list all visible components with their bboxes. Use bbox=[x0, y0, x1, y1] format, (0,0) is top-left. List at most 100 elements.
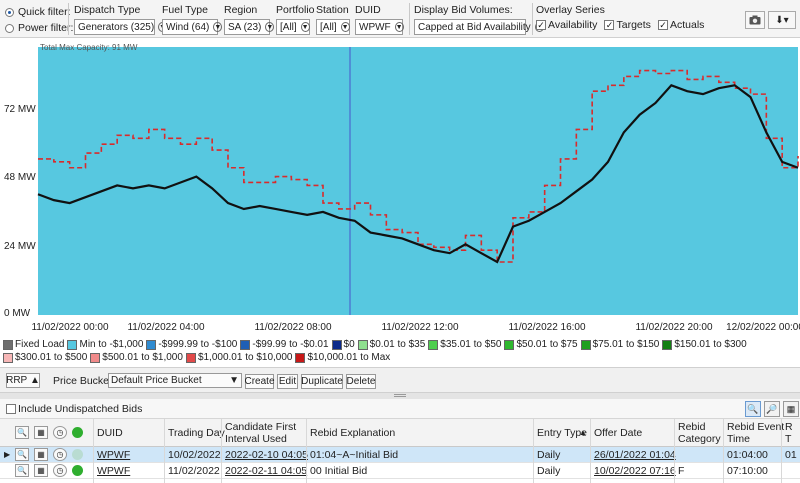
legend-item[interactable]: $35.01 to $50 bbox=[428, 339, 501, 350]
portfolio-label: Portfolio bbox=[276, 4, 315, 16]
candidate-interval-link[interactable]: 2022-02-10 04:05 bbox=[225, 449, 308, 461]
grip-icon bbox=[394, 394, 406, 397]
offer-date-link[interactable]: 26/01/2022 01:04 bbox=[594, 449, 676, 461]
check-icon: ✓ bbox=[657, 20, 668, 30]
legend-item[interactable]: $50.01 to $75 bbox=[504, 339, 578, 350]
actuals-label: Actuals bbox=[669, 19, 705, 31]
calculator-icon[interactable]: ▦ bbox=[34, 426, 48, 439]
col-header-duid[interactable]: DUID bbox=[97, 427, 123, 439]
legend-item[interactable]: $1,000.01 to $10,000 bbox=[185, 352, 292, 363]
col-header-rebid[interactable]: Rebid bbox=[678, 421, 705, 433]
column-divider bbox=[533, 419, 534, 483]
clock-icon[interactable]: ◷ bbox=[53, 426, 67, 439]
search-icon[interactable]: 🔍 bbox=[15, 464, 29, 477]
legend-item[interactable]: $500.01 to $1,000 bbox=[90, 352, 183, 363]
col-header-category[interactable]: Category bbox=[678, 433, 721, 445]
edit-button[interactable]: Edit bbox=[277, 374, 298, 389]
legend-label: $0 bbox=[343, 339, 355, 350]
station-select[interactable]: [All] ▼ bbox=[316, 19, 350, 35]
include-undispatched-checkbox[interactable]: Include Undispatched Bids bbox=[6, 403, 142, 415]
legend-item[interactable]: -$999.99 to -$100 bbox=[146, 339, 237, 350]
duplicate-button[interactable]: Duplicate bbox=[301, 374, 343, 389]
delete-button[interactable]: Delete bbox=[346, 374, 376, 389]
legend-item[interactable]: $150.01 to $300 bbox=[662, 339, 747, 350]
col-header-rebid-explanation[interactable]: Rebid Explanation bbox=[310, 427, 395, 439]
legend-swatch bbox=[3, 352, 13, 363]
search-button[interactable]: 🔍 bbox=[745, 401, 761, 417]
x-tick-label: 11/02/2022 08:00 bbox=[254, 322, 332, 333]
legend-label: $300.01 to $500 bbox=[15, 352, 88, 363]
duid-link[interactable]: WPWF bbox=[97, 449, 130, 461]
legend-label: -$99.99 to -$0.01 bbox=[252, 339, 329, 350]
region-value: SA (23) bbox=[228, 21, 262, 33]
chevron-down-icon: ▼ bbox=[340, 22, 350, 32]
fuel-type-value: Wind (64) bbox=[166, 21, 210, 33]
legend-item[interactable]: $300.01 to $500 bbox=[3, 352, 87, 363]
col-header-interval-used[interactable]: Interval Used bbox=[225, 433, 287, 445]
table-row[interactable]: 🔍 ▦ ◷ WPWF 11/02/2022 2022-02-11 04:05 0… bbox=[0, 463, 800, 479]
legend-item[interactable]: -$99.99 to -$0.01 bbox=[240, 339, 329, 350]
region-select[interactable]: SA (23) ▼ bbox=[224, 19, 275, 35]
search-icon[interactable]: 🔍 bbox=[15, 426, 29, 439]
col-header-truncated[interactable]: R bbox=[785, 421, 793, 433]
duid-link[interactable]: WPWF bbox=[97, 465, 130, 477]
y-tick-label: 72 MW bbox=[4, 104, 36, 115]
include-undispatched-label: Include Undispatched Bids bbox=[18, 403, 143, 415]
availability-checkbox[interactable]: ✓ Availability bbox=[536, 19, 597, 31]
legend-item[interactable]: $75.01 to $150 bbox=[580, 339, 659, 350]
chevron-down-icon: ▼ bbox=[265, 22, 275, 32]
dispatch-type-select[interactable]: Generators (325) ▼ bbox=[74, 19, 168, 35]
legend-item[interactable]: Fixed Load bbox=[3, 339, 64, 350]
price-bucket-select[interactable]: Default Price Bucket ▼ bbox=[108, 373, 242, 388]
col-header-trading-day[interactable]: Trading Day bbox=[168, 427, 225, 439]
dispatch-type-filter: Dispatch Type Generators (325) ▼ bbox=[74, 4, 168, 35]
calculator-icon[interactable]: ▦ bbox=[34, 464, 48, 477]
x-tick-label: 11/02/2022 20:00 bbox=[635, 322, 713, 333]
search-icon[interactable]: 🔍 bbox=[15, 448, 29, 461]
check-icon: ✓ bbox=[604, 20, 615, 30]
display-bid-volumes-filter: Display Bid Volumes: Capped at Bid Avail… bbox=[414, 4, 544, 35]
actuals-checkbox[interactable]: ✓ Actuals bbox=[657, 19, 705, 31]
overlay-series-label: Overlay Series bbox=[536, 4, 605, 16]
export-button[interactable]: ⬇▾ bbox=[768, 11, 796, 29]
legend-swatch bbox=[662, 339, 673, 350]
fuel-type-select[interactable]: Wind (64) ▼ bbox=[162, 19, 223, 35]
portfolio-select[interactable]: [All] ▼ bbox=[276, 19, 310, 35]
col-header-truncated-2[interactable]: T bbox=[785, 433, 791, 445]
legend-swatch bbox=[331, 339, 342, 350]
col-header-time[interactable]: Time bbox=[727, 433, 750, 445]
legend-swatch bbox=[67, 339, 78, 350]
camera-button[interactable] bbox=[745, 11, 765, 29]
create-button[interactable]: Create bbox=[245, 374, 275, 389]
calculator-icon[interactable]: ▦ bbox=[34, 448, 48, 461]
grid-icon: ▦ bbox=[786, 403, 796, 414]
bid-stack-chart[interactable]: Total Max Capacity: 91 MW 72 MW 48 MW 24… bbox=[0, 38, 800, 338]
status-dot-icon bbox=[72, 427, 83, 438]
col-header-offer-date[interactable]: Offer Date bbox=[594, 427, 642, 439]
legend-swatch bbox=[90, 352, 101, 363]
x-tick-label: 11/02/2022 16:00 bbox=[508, 322, 586, 333]
clock-icon[interactable]: ◷ bbox=[53, 448, 67, 461]
grid-view-button[interactable]: ▦ bbox=[783, 401, 799, 417]
table-row[interactable]: ▶ 🔍 ▦ ◷ WPWF 10/02/2022 2022-02-10 04:05… bbox=[0, 447, 800, 463]
offer-date-link[interactable]: 10/02/2022 07:16 bbox=[594, 465, 676, 477]
legend-item[interactable]: $0 bbox=[331, 339, 355, 350]
power-filter-label: Power filter: bbox=[18, 22, 74, 34]
power-filter-radio[interactable]: Power filter: bbox=[5, 22, 73, 34]
col-header-candidate-first[interactable]: Candidate First bbox=[225, 421, 296, 433]
col-header-rebid-event[interactable]: Rebid Event bbox=[727, 421, 784, 433]
candidate-interval-link[interactable]: 2022-02-11 04:05 bbox=[225, 465, 307, 477]
duid-filter: DUID WPWF ▼ bbox=[355, 4, 404, 35]
divider bbox=[68, 3, 69, 35]
quick-filter-radio[interactable]: Quick filter: bbox=[5, 6, 71, 18]
display-bid-volumes-select[interactable]: Capped at Bid Availability ▼ bbox=[414, 19, 544, 35]
clock-icon[interactable]: ◷ bbox=[53, 464, 67, 477]
legend-item[interactable]: Min to -$1,000 bbox=[67, 339, 143, 350]
legend-item[interactable]: $10,000.01 to Max bbox=[295, 352, 390, 363]
targets-checkbox[interactable]: ✓ Targets bbox=[604, 19, 651, 31]
duid-select[interactable]: WPWF ▼ bbox=[355, 19, 404, 35]
zoom-button[interactable]: 🔎 bbox=[764, 401, 780, 417]
rrp-button[interactable]: RRP ▲ bbox=[6, 373, 40, 388]
legend-item[interactable]: $0.01 to $35 bbox=[357, 339, 425, 350]
chevron-down-icon: ▼ bbox=[229, 375, 239, 386]
